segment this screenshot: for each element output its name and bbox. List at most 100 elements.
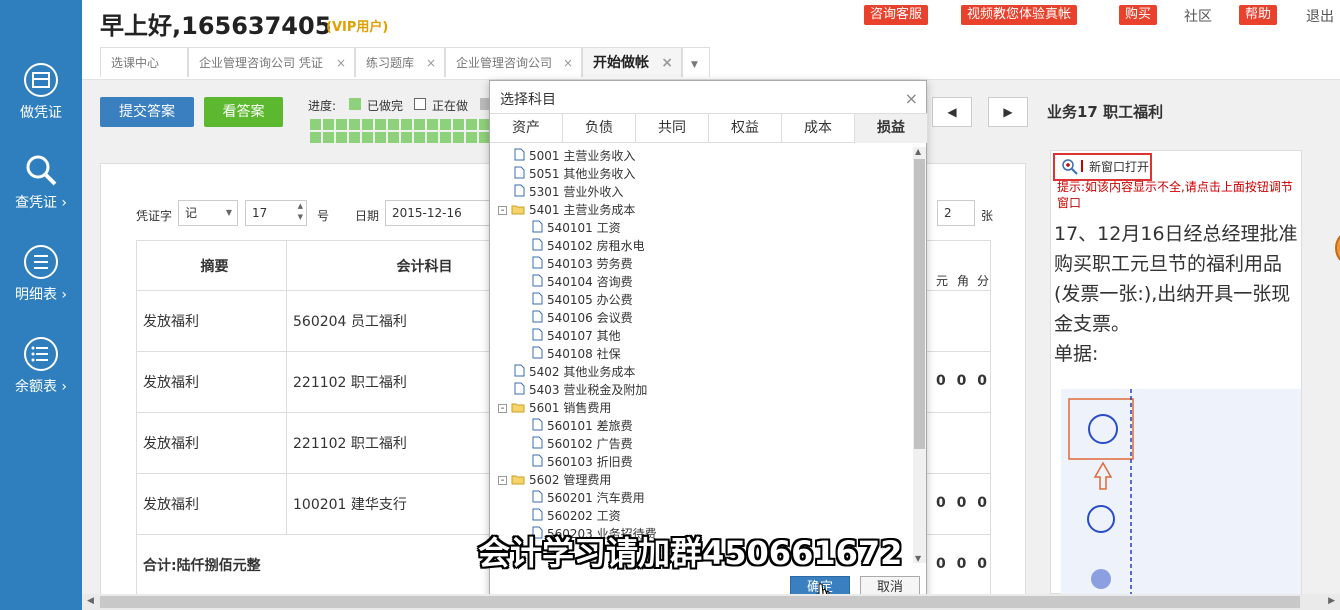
progress-cell[interactable]: [310, 119, 321, 130]
tree-leaf-node[interactable]: 540101 工资: [532, 219, 621, 237]
close-icon[interactable]: ×: [426, 48, 436, 78]
voucher-word-select[interactable]: 记 ▼: [178, 200, 238, 226]
progress-cell[interactable]: [427, 119, 438, 130]
tree-leaf-node[interactable]: 5301 营业外收入: [514, 183, 623, 201]
scroll-left-icon[interactable]: ◀: [87, 596, 94, 606]
tree-leaf-node[interactable]: 540107 其他: [532, 327, 621, 345]
progress-cell[interactable]: [388, 119, 399, 130]
progress-cell[interactable]: [453, 132, 464, 143]
progress-cell[interactable]: [414, 132, 425, 143]
tree-leaf-node[interactable]: 540108 社保: [532, 345, 621, 363]
summary-cell[interactable]: 发放福利: [136, 412, 287, 474]
tree-leaf-node[interactable]: 560101 差旅费: [532, 417, 633, 435]
submit-answer-button[interactable]: 提交答案: [100, 97, 194, 127]
progress-cell[interactable]: [440, 132, 451, 143]
scroll-thumb[interactable]: [914, 159, 925, 449]
receipt-image[interactable]: [1061, 389, 1301, 595]
tree-leaf-node[interactable]: 560103 折旧费: [532, 453, 633, 471]
tree-leaf-node[interactable]: 560102 广告费: [532, 435, 633, 453]
tab-0[interactable]: 资产: [490, 114, 563, 143]
scroll-up-icon[interactable]: ▲: [915, 147, 921, 156]
scroll-right-icon[interactable]: ▶: [1328, 596, 1335, 606]
logout-link[interactable]: 退出: [1306, 6, 1334, 26]
progress-cell[interactable]: [401, 119, 412, 130]
progress-cell[interactable]: [310, 132, 321, 143]
tab-course-center[interactable]: 选课中心: [100, 47, 188, 77]
tree-leaf-node[interactable]: 540105 办公费: [532, 291, 633, 309]
tree-scrollbar[interactable]: ▲ ▼: [913, 147, 926, 563]
new-window-button[interactable]: 新窗口打开: [1053, 153, 1152, 181]
buy-button[interactable]: 购买: [1119, 5, 1158, 25]
tree-leaf-node[interactable]: 5001 主营业务收入: [514, 147, 635, 165]
tab-exercise-bank[interactable]: 练习题库 ×: [355, 47, 445, 77]
sidebar-item-query-voucher[interactable]: 查凭证 ›: [0, 152, 82, 232]
video-tutorial-button[interactable]: 视频教您体验真帐: [961, 5, 1078, 25]
progress-cell[interactable]: [401, 132, 412, 143]
summary-cell[interactable]: 发放福利: [136, 473, 287, 535]
close-icon[interactable]: ×: [661, 48, 673, 78]
close-icon[interactable]: ×: [563, 48, 573, 78]
progress-cell[interactable]: [336, 119, 347, 130]
progress-cell[interactable]: [336, 132, 347, 143]
collapse-icon[interactable]: -: [498, 476, 507, 486]
tree-folder-node[interactable]: - 5602 管理费用: [498, 471, 611, 489]
progress-cell[interactable]: [375, 132, 386, 143]
tree-leaf-node[interactable]: 5402 其他业务成本: [514, 363, 635, 381]
progress-cell[interactable]: [414, 119, 425, 130]
tab-3[interactable]: 权益: [709, 114, 782, 143]
prev-business-button[interactable]: ◀: [932, 97, 972, 127]
tab-5[interactable]: 损益: [855, 114, 928, 143]
tree-leaf-node[interactable]: 5051 其他业务收入: [514, 165, 635, 183]
sidebar-item-balance[interactable]: 余额表 ›: [0, 336, 82, 416]
tab-company-voucher[interactable]: 企业管理咨询公司 凭证 ×: [188, 47, 355, 77]
side-floating-icon[interactable]: [1334, 228, 1340, 268]
tab-company[interactable]: 企业管理咨询公司 ×: [445, 47, 582, 77]
voucher-number-input[interactable]: 17 ▲ ▼: [245, 200, 307, 226]
tab-start-bookkeeping[interactable]: 开始做帐 ×: [582, 47, 682, 77]
progress-cell[interactable]: [375, 119, 386, 130]
tree-leaf-node[interactable]: 560202 工资: [532, 507, 621, 525]
view-answer-button[interactable]: 看答案: [204, 97, 283, 127]
tab-1[interactable]: 负债: [563, 114, 636, 143]
progress-cell[interactable]: [453, 119, 464, 130]
tree-folder-node[interactable]: - 5401 主营业务成本: [498, 201, 635, 219]
tree-leaf-node[interactable]: 540104 咨询费: [532, 273, 633, 291]
tab-2[interactable]: 共同: [636, 114, 709, 143]
tree-leaf-node[interactable]: 540103 劳务费: [532, 255, 633, 273]
summary-cell[interactable]: 发放福利: [136, 290, 287, 352]
attachment-count-input[interactable]: 2: [937, 200, 975, 226]
tab-dropdown[interactable]: ▼: [682, 47, 710, 77]
progress-cell[interactable]: [362, 119, 373, 130]
collapse-icon[interactable]: -: [498, 206, 507, 216]
scroll-thumb[interactable]: [100, 596, 1300, 608]
customer-service-button[interactable]: 咨询客服: [864, 5, 929, 25]
scroll-down-icon[interactable]: ▼: [915, 554, 921, 563]
progress-cell[interactable]: [466, 119, 477, 130]
horizontal-scrollbar[interactable]: ◀ ▶: [82, 594, 1340, 610]
collapse-icon[interactable]: -: [498, 404, 507, 414]
next-business-button[interactable]: ▶: [988, 97, 1028, 127]
sidebar-item-detail[interactable]: 明细表 ›: [0, 244, 82, 324]
progress-cell[interactable]: [323, 132, 334, 143]
date-input[interactable]: 2015-12-16: [385, 200, 489, 226]
progress-cell[interactable]: [349, 132, 360, 143]
close-icon[interactable]: ×: [336, 48, 346, 78]
tree-leaf-node[interactable]: 5403 营业税金及附加: [514, 381, 647, 399]
tab-4[interactable]: 成本: [782, 114, 855, 143]
help-button[interactable]: 帮助: [1239, 5, 1278, 25]
tree-leaf-node[interactable]: 540106 会议费: [532, 309, 633, 327]
progress-cell[interactable]: [440, 119, 451, 130]
summary-cell[interactable]: 发放福利: [136, 351, 287, 413]
progress-cell[interactable]: [466, 132, 477, 143]
tree-leaf-node[interactable]: 560201 汽车费用: [532, 489, 645, 507]
progress-cell[interactable]: [362, 132, 373, 143]
sidebar-item-make-voucher[interactable]: 做凭证: [0, 62, 82, 142]
tree-leaf-node[interactable]: 540102 房租水电: [532, 237, 645, 255]
progress-cell[interactable]: [427, 132, 438, 143]
progress-cell[interactable]: [388, 132, 399, 143]
close-icon[interactable]: ×: [905, 89, 918, 108]
progress-cell[interactable]: [323, 119, 334, 130]
tree-folder-node[interactable]: - 5601 销售费用: [498, 399, 611, 417]
stepper-icon[interactable]: ▲ ▼: [298, 201, 303, 223]
progress-cell[interactable]: [349, 119, 360, 130]
